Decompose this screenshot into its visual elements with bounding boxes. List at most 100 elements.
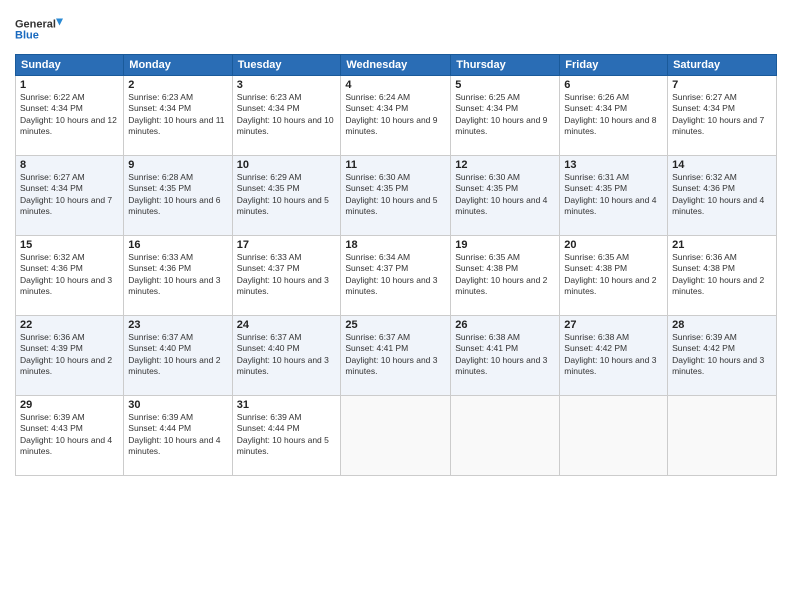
- calendar-day-header: Monday: [124, 55, 232, 76]
- calendar-cell: 28 Sunrise: 6:39 AM Sunset: 4:42 PM Dayl…: [668, 316, 777, 396]
- calendar-cell: 13 Sunrise: 6:31 AM Sunset: 4:35 PM Dayl…: [560, 156, 668, 236]
- calendar-cell: 4 Sunrise: 6:24 AM Sunset: 4:34 PM Dayli…: [341, 76, 451, 156]
- calendar-cell: 23 Sunrise: 6:37 AM Sunset: 4:40 PM Dayl…: [124, 316, 232, 396]
- day-info: Sunrise: 6:26 AM Sunset: 4:34 PM Dayligh…: [564, 92, 663, 138]
- calendar-cell: 10 Sunrise: 6:29 AM Sunset: 4:35 PM Dayl…: [232, 156, 341, 236]
- calendar-cell: 31 Sunrise: 6:39 AM Sunset: 4:44 PM Dayl…: [232, 396, 341, 476]
- day-number: 14: [672, 159, 772, 171]
- day-info: Sunrise: 6:29 AM Sunset: 4:35 PM Dayligh…: [237, 172, 337, 218]
- day-info: Sunrise: 6:38 AM Sunset: 4:41 PM Dayligh…: [455, 332, 555, 378]
- calendar-cell: 30 Sunrise: 6:39 AM Sunset: 4:44 PM Dayl…: [124, 396, 232, 476]
- day-number: 13: [564, 159, 663, 171]
- calendar-cell: [560, 396, 668, 476]
- calendar-cell: 16 Sunrise: 6:33 AM Sunset: 4:36 PM Dayl…: [124, 236, 232, 316]
- day-info: Sunrise: 6:37 AM Sunset: 4:40 PM Dayligh…: [237, 332, 337, 378]
- day-number: 15: [20, 239, 119, 251]
- calendar-week-row: 1 Sunrise: 6:22 AM Sunset: 4:34 PM Dayli…: [16, 76, 777, 156]
- calendar-cell: 11 Sunrise: 6:30 AM Sunset: 4:35 PM Dayl…: [341, 156, 451, 236]
- day-number: 12: [455, 159, 555, 171]
- day-info: Sunrise: 6:34 AM Sunset: 4:37 PM Dayligh…: [345, 252, 446, 298]
- calendar-cell: 6 Sunrise: 6:26 AM Sunset: 4:34 PM Dayli…: [560, 76, 668, 156]
- page: General Blue SundayMondayTuesdayWednesda…: [0, 0, 792, 612]
- calendar-cell: 20 Sunrise: 6:35 AM Sunset: 4:38 PM Dayl…: [560, 236, 668, 316]
- day-number: 27: [564, 319, 663, 331]
- calendar-day-header: Wednesday: [341, 55, 451, 76]
- day-number: 20: [564, 239, 663, 251]
- day-number: 16: [128, 239, 227, 251]
- logo: General Blue: [15, 10, 65, 48]
- day-info: Sunrise: 6:23 AM Sunset: 4:34 PM Dayligh…: [237, 92, 337, 138]
- day-number: 28: [672, 319, 772, 331]
- day-number: 31: [237, 399, 337, 411]
- day-info: Sunrise: 6:39 AM Sunset: 4:43 PM Dayligh…: [20, 412, 119, 458]
- calendar-cell: 14 Sunrise: 6:32 AM Sunset: 4:36 PM Dayl…: [668, 156, 777, 236]
- day-number: 22: [20, 319, 119, 331]
- day-info: Sunrise: 6:27 AM Sunset: 4:34 PM Dayligh…: [672, 92, 772, 138]
- calendar-cell: [451, 396, 560, 476]
- day-info: Sunrise: 6:33 AM Sunset: 4:36 PM Dayligh…: [128, 252, 227, 298]
- calendar-day-header: Saturday: [668, 55, 777, 76]
- day-number: 23: [128, 319, 227, 331]
- day-info: Sunrise: 6:39 AM Sunset: 4:44 PM Dayligh…: [237, 412, 337, 458]
- day-number: 18: [345, 239, 446, 251]
- day-info: Sunrise: 6:32 AM Sunset: 4:36 PM Dayligh…: [672, 172, 772, 218]
- calendar-cell: 19 Sunrise: 6:35 AM Sunset: 4:38 PM Dayl…: [451, 236, 560, 316]
- day-info: Sunrise: 6:39 AM Sunset: 4:44 PM Dayligh…: [128, 412, 227, 458]
- day-number: 24: [237, 319, 337, 331]
- day-info: Sunrise: 6:37 AM Sunset: 4:41 PM Dayligh…: [345, 332, 446, 378]
- day-info: Sunrise: 6:27 AM Sunset: 4:34 PM Dayligh…: [20, 172, 119, 218]
- calendar-cell: 8 Sunrise: 6:27 AM Sunset: 4:34 PM Dayli…: [16, 156, 124, 236]
- day-number: 4: [345, 79, 446, 91]
- day-info: Sunrise: 6:33 AM Sunset: 4:37 PM Dayligh…: [237, 252, 337, 298]
- day-info: Sunrise: 6:39 AM Sunset: 4:42 PM Dayligh…: [672, 332, 772, 378]
- calendar-cell: [341, 396, 451, 476]
- day-info: Sunrise: 6:24 AM Sunset: 4:34 PM Dayligh…: [345, 92, 446, 138]
- calendar-cell: 9 Sunrise: 6:28 AM Sunset: 4:35 PM Dayli…: [124, 156, 232, 236]
- calendar-cell: 25 Sunrise: 6:37 AM Sunset: 4:41 PM Dayl…: [341, 316, 451, 396]
- day-info: Sunrise: 6:22 AM Sunset: 4:34 PM Dayligh…: [20, 92, 119, 138]
- calendar-cell: [668, 396, 777, 476]
- svg-text:General: General: [15, 19, 56, 31]
- day-number: 25: [345, 319, 446, 331]
- day-number: 9: [128, 159, 227, 171]
- calendar-cell: 15 Sunrise: 6:32 AM Sunset: 4:36 PM Dayl…: [16, 236, 124, 316]
- day-info: Sunrise: 6:31 AM Sunset: 4:35 PM Dayligh…: [564, 172, 663, 218]
- day-number: 26: [455, 319, 555, 331]
- calendar-cell: 5 Sunrise: 6:25 AM Sunset: 4:34 PM Dayli…: [451, 76, 560, 156]
- day-number: 6: [564, 79, 663, 91]
- calendar-cell: 17 Sunrise: 6:33 AM Sunset: 4:37 PM Dayl…: [232, 236, 341, 316]
- day-number: 11: [345, 159, 446, 171]
- day-info: Sunrise: 6:35 AM Sunset: 4:38 PM Dayligh…: [455, 252, 555, 298]
- day-number: 19: [455, 239, 555, 251]
- calendar-cell: 1 Sunrise: 6:22 AM Sunset: 4:34 PM Dayli…: [16, 76, 124, 156]
- day-number: 7: [672, 79, 772, 91]
- day-info: Sunrise: 6:28 AM Sunset: 4:35 PM Dayligh…: [128, 172, 227, 218]
- day-info: Sunrise: 6:30 AM Sunset: 4:35 PM Dayligh…: [455, 172, 555, 218]
- day-info: Sunrise: 6:25 AM Sunset: 4:34 PM Dayligh…: [455, 92, 555, 138]
- calendar-day-header: Tuesday: [232, 55, 341, 76]
- day-number: 21: [672, 239, 772, 251]
- calendar-week-row: 15 Sunrise: 6:32 AM Sunset: 4:36 PM Dayl…: [16, 236, 777, 316]
- calendar-week-row: 22 Sunrise: 6:36 AM Sunset: 4:39 PM Dayl…: [16, 316, 777, 396]
- svg-text:Blue: Blue: [15, 30, 39, 42]
- day-info: Sunrise: 6:37 AM Sunset: 4:40 PM Dayligh…: [128, 332, 227, 378]
- day-info: Sunrise: 6:30 AM Sunset: 4:35 PM Dayligh…: [345, 172, 446, 218]
- calendar-cell: 24 Sunrise: 6:37 AM Sunset: 4:40 PM Dayl…: [232, 316, 341, 396]
- day-info: Sunrise: 6:35 AM Sunset: 4:38 PM Dayligh…: [564, 252, 663, 298]
- calendar-header-row: SundayMondayTuesdayWednesdayThursdayFrid…: [16, 55, 777, 76]
- day-info: Sunrise: 6:36 AM Sunset: 4:38 PM Dayligh…: [672, 252, 772, 298]
- calendar: SundayMondayTuesdayWednesdayThursdayFrid…: [15, 54, 777, 476]
- day-number: 8: [20, 159, 119, 171]
- day-number: 10: [237, 159, 337, 171]
- header: General Blue: [15, 10, 777, 48]
- day-number: 3: [237, 79, 337, 91]
- day-info: Sunrise: 6:32 AM Sunset: 4:36 PM Dayligh…: [20, 252, 119, 298]
- calendar-cell: 12 Sunrise: 6:30 AM Sunset: 4:35 PM Dayl…: [451, 156, 560, 236]
- calendar-cell: 26 Sunrise: 6:38 AM Sunset: 4:41 PM Dayl…: [451, 316, 560, 396]
- day-number: 5: [455, 79, 555, 91]
- calendar-week-row: 8 Sunrise: 6:27 AM Sunset: 4:34 PM Dayli…: [16, 156, 777, 236]
- calendar-cell: 18 Sunrise: 6:34 AM Sunset: 4:37 PM Dayl…: [341, 236, 451, 316]
- logo-svg: General Blue: [15, 10, 65, 48]
- calendar-cell: 7 Sunrise: 6:27 AM Sunset: 4:34 PM Dayli…: [668, 76, 777, 156]
- day-number: 29: [20, 399, 119, 411]
